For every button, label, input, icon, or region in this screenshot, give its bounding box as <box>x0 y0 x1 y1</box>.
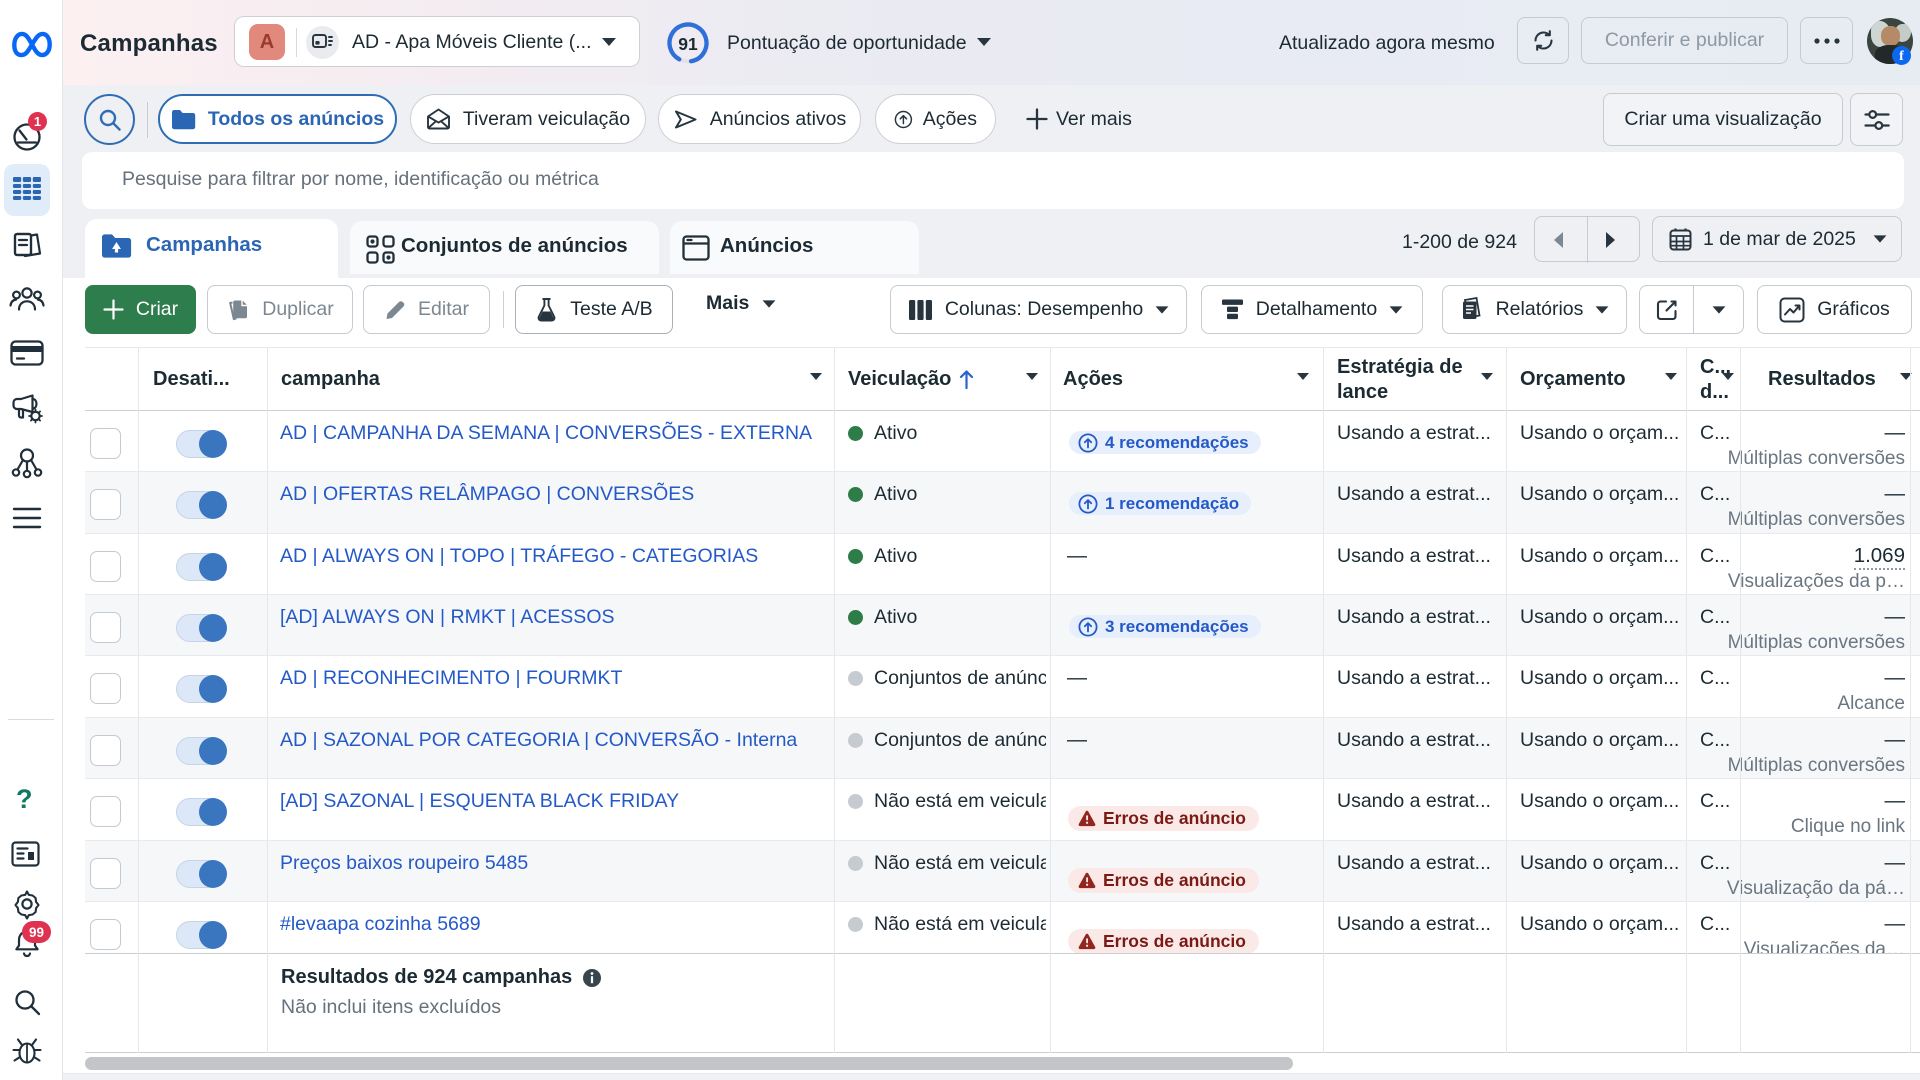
svg-text:91: 91 <box>678 34 698 54</box>
